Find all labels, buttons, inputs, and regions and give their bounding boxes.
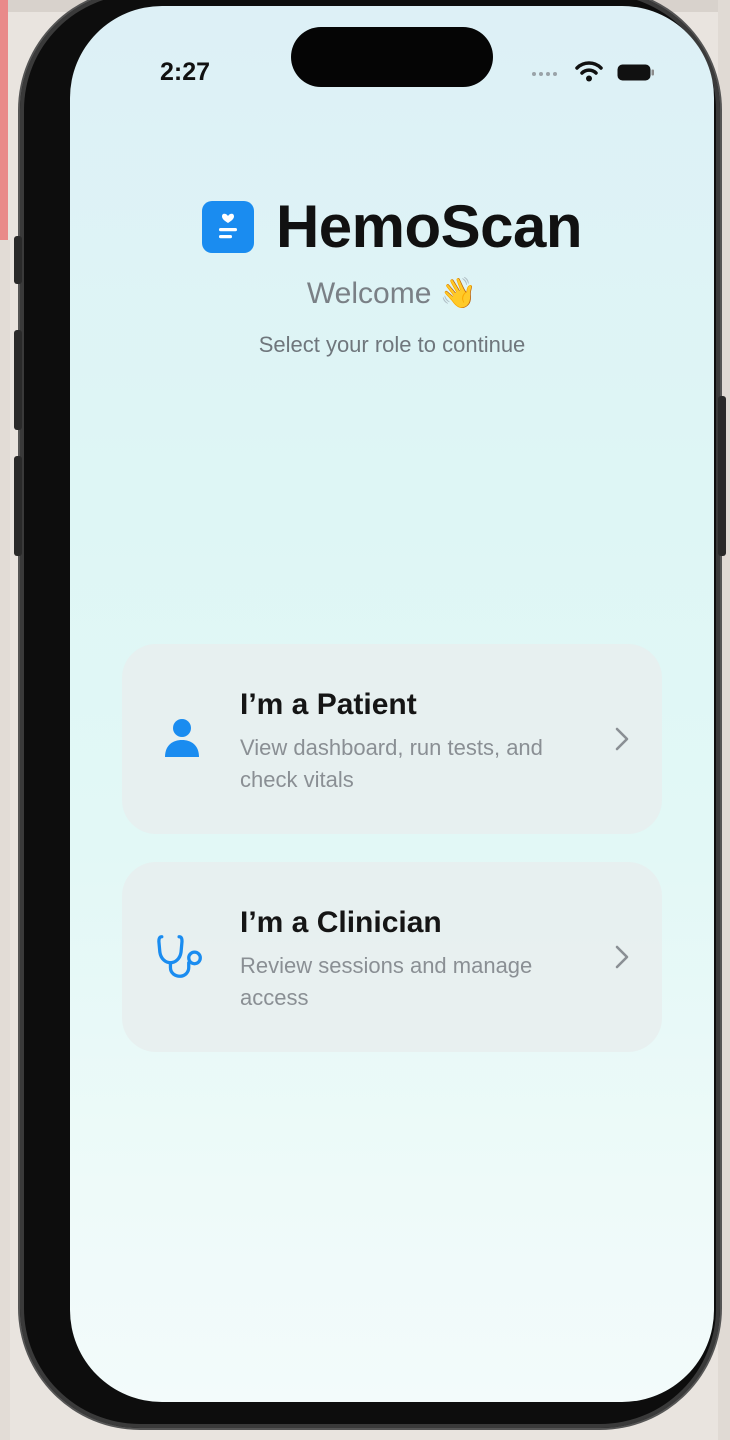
app-title: HemoScan <box>275 193 583 260</box>
desktop-backdrop-accent <box>0 0 8 240</box>
status-time: 2:27 <box>160 58 211 86</box>
clinician-role-title: I’m a Clinician <box>240 906 442 939</box>
action-button <box>14 236 22 284</box>
power-button <box>718 396 726 556</box>
clinician-role-card[interactable]: I’m a Clinician Review sessions and mana… <box>122 862 662 1052</box>
dynamic-island <box>291 27 493 87</box>
signal-dots-icon <box>532 72 557 76</box>
chevron-right-icon <box>615 945 629 969</box>
app-screen: 2:27 HemoScan Welcome 👋 Select your role… <box>70 6 714 1402</box>
person-icon <box>156 712 208 764</box>
wifi-icon <box>575 61 603 82</box>
brand-header: HemoScan <box>70 192 714 261</box>
patient-role-card[interactable]: I’m a Patient View dashboard, run tests,… <box>122 644 662 834</box>
volume-down-button <box>14 456 22 556</box>
stethoscope-icon <box>156 930 208 982</box>
heart-document-icon <box>201 200 254 253</box>
welcome-text: Welcome 👋 <box>306 277 478 310</box>
clinician-role-description: Review sessions and manage access <box>240 953 533 1010</box>
battery-icon <box>617 64 654 81</box>
role-prompt: Select your role to continue <box>258 332 526 357</box>
volume-up-button <box>14 330 22 430</box>
phone-frame: 2:27 HemoScan Welcome 👋 Select your role… <box>14 0 726 1428</box>
patient-role-title: I’m a Patient <box>240 688 417 721</box>
chevron-right-icon <box>615 727 629 751</box>
patient-role-description: View dashboard, run tests, and check vit… <box>240 735 543 792</box>
desktop-backdrop-left <box>0 240 10 1440</box>
